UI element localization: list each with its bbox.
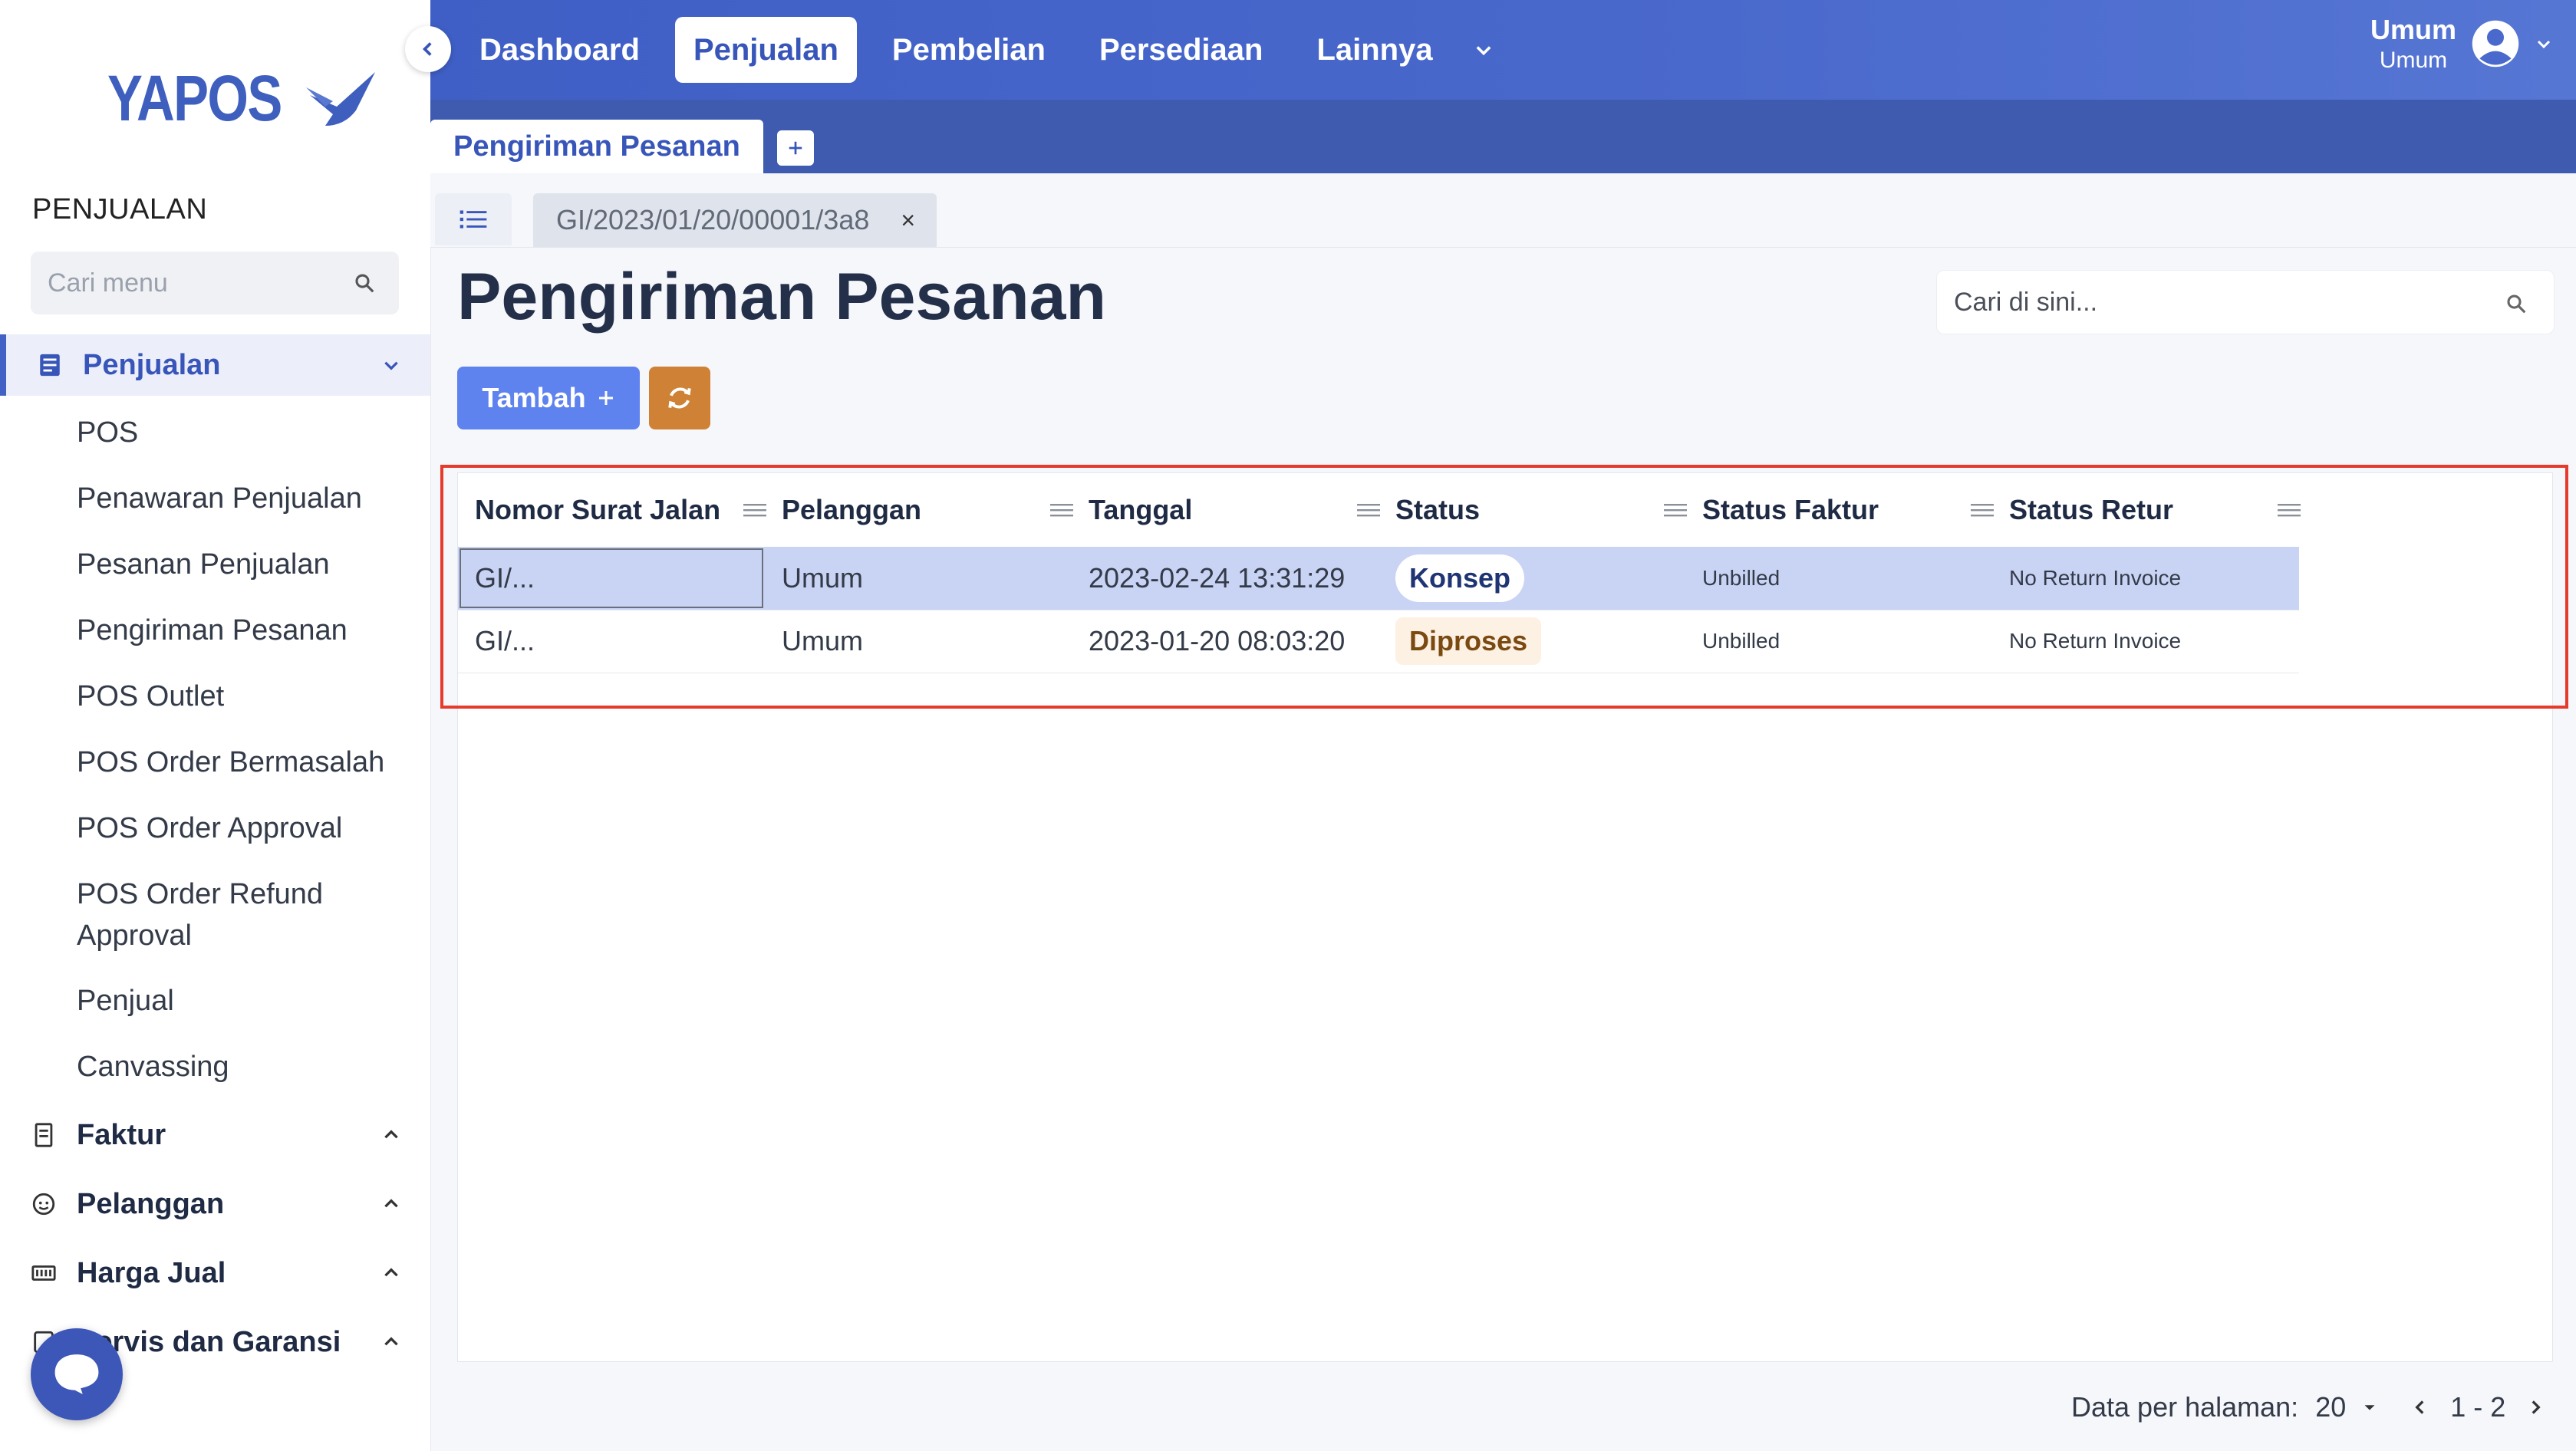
chevron-down-icon[interactable]: [2535, 35, 2553, 53]
user-info: Umum Umum: [2370, 14, 2456, 74]
plus-icon: [789, 141, 802, 155]
chevron-down-icon[interactable]: [381, 355, 401, 375]
chevron-up-icon[interactable]: [381, 1125, 401, 1145]
nav-pembelian[interactable]: Pembelian: [874, 17, 1064, 83]
sidebar-item-penawaran-penjualan[interactable]: Penawaran Penjualan: [77, 478, 362, 519]
bird-logo-icon: [306, 71, 376, 126]
document-tab[interactable]: GI/2023/01/20/00001/3a8 ×: [533, 193, 937, 247]
receipt-icon: [35, 1123, 53, 1147]
refresh-icon: [668, 387, 691, 409]
user-name: Umum: [2370, 14, 2456, 45]
page-title: Pengiriman Pesanan: [457, 260, 1106, 334]
user-role: Umum: [2379, 48, 2448, 73]
logo-text: YAPOS: [107, 62, 282, 134]
chevron-up-icon[interactable]: [381, 1263, 401, 1283]
sidebar-item-pos[interactable]: POS: [77, 412, 138, 453]
list-view-tab[interactable]: [435, 193, 512, 245]
menu-search-box[interactable]: [31, 252, 399, 314]
tab-pengiriman-pesanan[interactable]: Pengiriman Pesanan: [430, 120, 763, 173]
sidebar-group-label: Faktur: [77, 1118, 166, 1151]
document-tabs: GI/2023/01/20/00001/3a8 ×: [430, 173, 2576, 248]
sidebar-item-pos-order-bermasalah[interactable]: POS Order Bermasalah: [77, 742, 384, 783]
chevron-left-icon: [422, 42, 432, 56]
sidebar-item-pos-order-refund-approval[interactable]: POS Order Refund Approval: [77, 874, 368, 956]
add-button[interactable]: Tambah: [457, 367, 640, 429]
sidebar-item-canvassing[interactable]: Canvassing: [77, 1046, 229, 1087]
face-icon: [32, 1193, 55, 1216]
chevron-left-icon[interactable]: [2410, 1397, 2430, 1417]
add-tab-button[interactable]: [777, 130, 814, 166]
sidebar-group-penjualan[interactable]: Penjualan: [0, 334, 430, 396]
sidebar-group-label: Pelanggan: [77, 1187, 225, 1220]
chevron-up-icon[interactable]: [381, 1194, 401, 1214]
sidebar-item-pengiriman-pesanan[interactable]: Pengiriman Pesanan: [77, 610, 348, 651]
chat-icon: [54, 1354, 99, 1394]
chevron-down-icon: [1476, 46, 1491, 56]
refresh-button[interactable]: [649, 367, 710, 429]
sidebar-group-pelanggan[interactable]: Pelanggan: [0, 1173, 430, 1235]
sidebar-group-label: Harga Jual: [77, 1256, 226, 1289]
caret-down-icon[interactable]: [2361, 1399, 2378, 1416]
sidebar-group-harga-jual[interactable]: Harga Jual: [0, 1242, 430, 1304]
nav-dashboard[interactable]: Dashboard: [461, 17, 658, 83]
chat-support-button[interactable]: [31, 1328, 123, 1420]
highlight-annotation: [440, 465, 2568, 709]
sidebar-item-pesanan-penjualan[interactable]: Pesanan Penjualan: [77, 544, 330, 585]
sidebar-item-pos-outlet[interactable]: POS Outlet: [77, 676, 224, 717]
pagination: Data per halaman: 20 1 - 2: [2071, 1391, 2545, 1423]
sidebar: YAPOS PENJUALAN Penjualan POS Penawaran …: [0, 0, 431, 1451]
document-tab-label: GI/2023/01/20/00001/3a8: [556, 204, 870, 235]
chevron-right-icon[interactable]: [2525, 1397, 2545, 1417]
sidebar-group-label: Penjualan: [83, 348, 221, 381]
menu-search-input[interactable]: [46, 267, 341, 299]
search-icon[interactable]: [353, 271, 376, 294]
global-search-box[interactable]: [1936, 270, 2555, 334]
nav-more-dropdown[interactable]: [1468, 17, 1499, 83]
nav-penjualan[interactable]: Penjualan: [674, 17, 857, 83]
plus-icon: [598, 391, 613, 405]
search-icon[interactable]: [2505, 292, 2528, 315]
sidebar-group-faktur[interactable]: Faktur: [0, 1104, 430, 1166]
per-page-select[interactable]: 20: [2315, 1391, 2346, 1423]
sidebar-item-penjual[interactable]: Penjual: [77, 980, 174, 1022]
main-nav: Dashboard Penjualan Pembelian Persediaan…: [461, 17, 1499, 83]
sidebar-item-pos-order-approval[interactable]: POS Order Approval: [77, 808, 342, 849]
module-tab-bar: Pengiriman Pesanan: [430, 100, 2576, 173]
close-icon[interactable]: ×: [901, 193, 915, 247]
section-title: PENJUALAN: [32, 193, 208, 225]
chevron-up-icon[interactable]: [381, 1332, 401, 1352]
sidebar-collapse-button[interactable]: [405, 26, 451, 72]
global-search-input[interactable]: [1952, 286, 2477, 318]
document-list-icon: [40, 354, 60, 377]
user-menu[interactable]: Umum Umum: [2370, 14, 2553, 74]
logo: YAPOS: [107, 61, 379, 136]
per-page-label: Data per halaman:: [2071, 1391, 2299, 1423]
price-tag-icon: [31, 1265, 56, 1281]
list-icon: [460, 210, 487, 229]
nav-persediaan[interactable]: Persediaan: [1081, 17, 1281, 83]
account-circle-icon[interactable]: [2470, 18, 2521, 69]
page-range: 1 - 2: [2450, 1391, 2506, 1423]
nav-lainnya[interactable]: Lainnya: [1298, 17, 1451, 83]
top-navbar: Dashboard Penjualan Pembelian Persediaan…: [430, 0, 2576, 100]
add-button-label: Tambah: [482, 382, 586, 413]
